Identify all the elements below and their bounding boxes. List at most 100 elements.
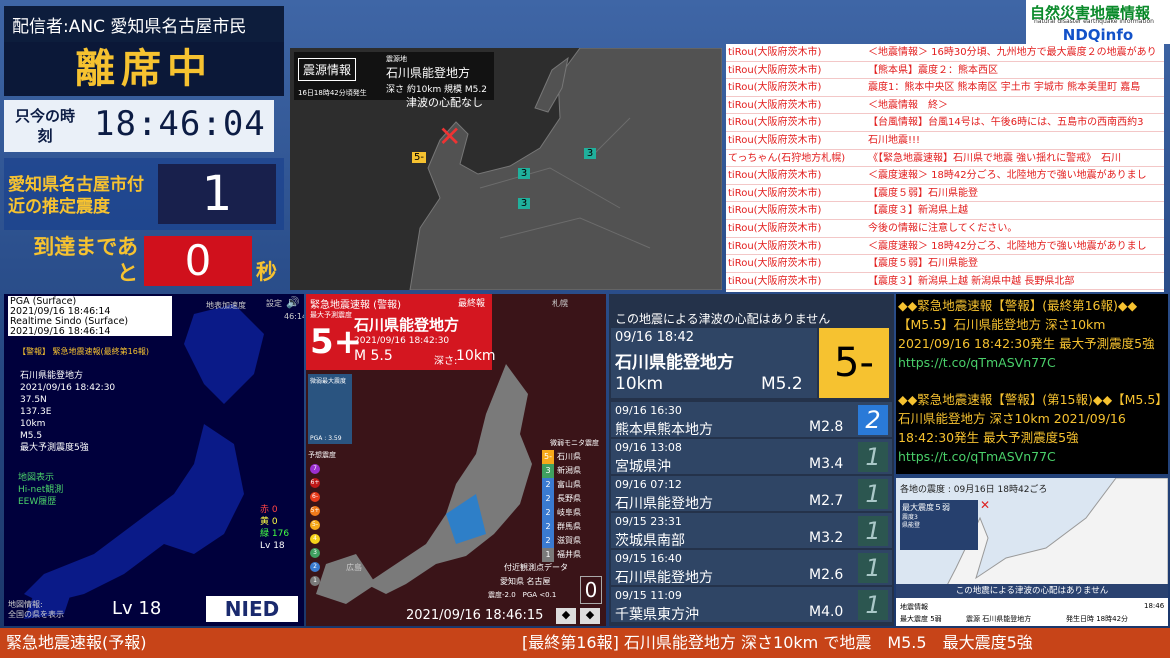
scale-level: 6- — [310, 492, 320, 502]
city-hiroshima: 広島 — [346, 563, 362, 572]
kmon-setting[interactable]: 設定 — [266, 298, 282, 309]
mini-f4: 発生日時 18時42分 — [1066, 615, 1129, 623]
logo-sub: natural disaster earthquake information — [1034, 18, 1154, 25]
chat-row: tiRou(大阪府茨木市) 【震度３】新潟県上越 — [726, 202, 1164, 220]
quake-row[interactable]: 09/15 11:09 千葉県東方沖 M4.0 1 — [611, 587, 892, 623]
kmon-sindo-time: 2021/09/16 18:46:14 — [10, 326, 111, 337]
mini-f1: 地震情報 — [900, 603, 928, 611]
monitor-row: 3 新潟県 — [542, 464, 606, 478]
chat-row: tiRou(大阪府茨木市) 【台風情報】台風14号は、午後6時には、五島市の西南西… — [726, 114, 1164, 132]
station-mark-3b: 3 — [518, 168, 530, 179]
monitor-place: 岐阜県 — [557, 508, 581, 517]
chat-user: tiRou(大阪府茨木市) — [728, 170, 822, 182]
quake-row[interactable]: 09/16 13:08 宮城県沖 M3.4 1 — [611, 439, 892, 475]
eew-legend-title: 予想震度 — [308, 451, 336, 459]
kmon-option-hinet[interactable]: Hi-net観測 — [18, 484, 63, 496]
eew-time: 2021/09/16 18:42:30 — [354, 336, 450, 346]
quake-place: 茨城県南部 — [615, 533, 685, 549]
region-label: 震源地 — [386, 55, 407, 63]
near-label: 付近観測点データ — [504, 563, 568, 572]
chat-message: 【震度５弱】石川県能登 — [868, 258, 978, 270]
near-values: 震度-2.0 PGA <0.1 — [488, 591, 557, 599]
monitor-place: 長野県 — [557, 494, 581, 503]
quake-intensity: 1 — [858, 479, 888, 509]
kmon-option-map[interactable]: 地図表示 — [18, 472, 63, 484]
epicenter-info-box: 震源情報 16日18時42分頃発生 震源地 石川県能登地方 深さ 約10km 規… — [294, 52, 494, 100]
distributor-label: 配信者:ANC 愛知県名古屋市民 — [4, 6, 284, 42]
monitor-place: 富山県 — [557, 480, 581, 489]
kmon-info: 石川県能登地方 2021/09/16 18:42:30 37.5N 137.3E… — [20, 370, 115, 454]
scale-level: 7 — [310, 464, 320, 474]
news-ticker: 緊急地震速報(予報) [最終第16報] 石川県能登地方 深さ10km で地震 M… — [0, 628, 1170, 658]
chat-row: tiRou(大阪府茨木市) ＜震度速報＞ 18時42分ごろ、北陸地方で強い地震があ… — [726, 238, 1164, 256]
quake-place: 千葉県東方沖 — [615, 607, 699, 623]
top-depth: 10km — [615, 374, 664, 394]
qlist-tsunami: この地震による津波の心配はありません — [615, 312, 831, 326]
epicenter-tag: 震源情報 — [298, 58, 357, 81]
quake-row[interactable]: 09/15 16:40 石川県能登地方 M2.6 1 — [611, 550, 892, 586]
quake-row[interactable]: 09/15 23:31 茨城県南部 M3.2 1 — [611, 513, 892, 549]
tweet-1-text: ◆◆緊急地震速報【警報】(最終第16報)◆◆【M5.5】石川県能登地方 深さ10… — [898, 298, 1155, 351]
prev-button[interactable]: ◆ — [556, 608, 576, 624]
mini-detail-box: 最大震度５弱 震度3 県能登 — [900, 500, 978, 550]
arrival-value: 0 — [144, 236, 252, 286]
monitor-intensity: 2 — [542, 520, 554, 534]
eew-region: 石川県能登地方 — [354, 316, 460, 334]
time-value: 18:46:04 — [94, 104, 266, 144]
chat-log[interactable]: tiRou(大阪府茨木市) ＜地震情報＞ 16時30分頃、九州地方で最大震度２の地… — [726, 44, 1164, 292]
epicenter-map: 震源情報 16日18時42分頃発生 震源地 石川県能登地方 深さ 約10km 規… — [290, 48, 722, 290]
chat-message: ＜地震情報 終＞ — [868, 99, 948, 111]
chat-row: tiRou(大阪府茨木市) 【震度３】新潟県上越 新潟県中越 長野県北部 — [726, 273, 1164, 291]
next-button[interactable]: ◆ — [580, 608, 600, 624]
quake-row[interactable]: 09/16 16:30 熊本県熊本地方 M2.8 2 — [611, 402, 892, 438]
quake-intensity: 1 — [858, 442, 888, 472]
kmon-options[interactable]: 地図表示 Hi-net観測 EEW履歴 — [18, 472, 63, 508]
tsunami-note: 津波の心配なし — [406, 96, 483, 109]
eew-clock: 2021/09/16 18:46:15 — [406, 608, 544, 623]
kmon-info-mag: M5.5 — [20, 431, 43, 441]
epicenter-region: 石川県能登地方 — [386, 66, 471, 80]
mini-box-title: 最大震度５弱 — [902, 503, 950, 512]
eew-monitor-list: 5- 石川県 3 新潟県 2 富山県 2 長野県 2 岐阜県 2 群馬県 2 滋賀県 1 福井県 — [542, 450, 606, 562]
monitor-row: 5- 石川県 — [542, 450, 606, 464]
current-time-panel: 只今の時刻 18:46:04 — [4, 100, 274, 152]
scale-level: 1 — [310, 576, 320, 586]
eew-map: 緊急地震速報 (警報) 最終報 最大予測震度 5+ 石川県能登地方 2021/0… — [306, 294, 606, 626]
quake-intensity: 1 — [858, 553, 888, 583]
tweet-1: ◆◆緊急地震速報【警報】(最終第16報)◆◆【M5.5】石川県能登地方 深さ10… — [898, 296, 1166, 372]
kmon-level: Lv 18 — [112, 598, 162, 619]
mini-f3: 震源 石川県能登地方 — [966, 615, 1032, 623]
chat-user: tiRou(大阪府茨木市) — [728, 47, 822, 58]
chat-user: tiRou(大阪府茨木市) — [728, 275, 822, 287]
monitor-intensity: 2 — [542, 506, 554, 520]
chat-message: 【熊本県】震度２：熊本西区 — [868, 64, 998, 76]
monitor-place: 石川県 — [557, 452, 581, 461]
monitor-row: 2 滋賀県 — [542, 534, 606, 548]
chat-message: 【震度３】新潟県上越 — [868, 205, 968, 217]
chat-message: ＜地震情報＞ 16時30分頃、九州地方で最大震度２の地震があり — [868, 47, 1157, 58]
chat-user: tiRou(大阪府茨木市) — [728, 222, 822, 234]
eew-pga-label: 微弱最大震度 — [310, 378, 347, 385]
intensity-label: 愛知県名古屋市付近の推定震度 — [8, 175, 144, 217]
quake-mag: M4.0 — [809, 604, 844, 620]
mini-footer: 地震情報 最大震度 5弱 震源 石川県能登地方 発生日時 18時42分 18:4… — [896, 598, 1168, 626]
quake-datetime: 09/15 11:09 — [615, 589, 682, 602]
kmon-option-eew[interactable]: EEW履歴 — [18, 496, 63, 508]
quake-mag: M3.4 — [809, 456, 844, 472]
qlist-top-entry[interactable]: 09/16 18:42 石川県能登地方 10km M5.2 — [611, 328, 817, 398]
chat-row: tiRou(大阪府茨木市) 今後の情報に注意してください。 — [726, 220, 1164, 238]
kmon-footer-2: 全国の県を表示 — [8, 610, 64, 619]
mini-box-lines: 震度3 県能登 — [902, 514, 920, 530]
kmon-eew-title: 【警報】 緊急地震速報(最終第16報) — [18, 347, 149, 356]
tweet-1-link[interactable]: https://t.co/qTmASVn77C — [898, 355, 1056, 370]
monitor-intensity: 2 — [542, 492, 554, 506]
quake-row[interactable]: 09/16 07:12 石川県能登地方 M2.7 1 — [611, 476, 892, 512]
kmon-counts: 赤 0 黄 0 緑 176 Lv 18 — [260, 504, 289, 552]
eew-sublabel: 最大予測震度 — [310, 311, 352, 319]
speaker-icon[interactable]: 🔊 — [286, 296, 300, 309]
quake-mag: M2.8 — [809, 419, 844, 435]
kmon-footer: 地図情報: 全国の県を表示 — [8, 600, 64, 620]
chat-message: 今後の情報に注意してください。 — [868, 222, 1018, 234]
quake-datetime: 09/16 13:08 — [615, 441, 682, 454]
tweet-2-link[interactable]: https://t.co/qTmASVn77C — [898, 449, 1056, 464]
